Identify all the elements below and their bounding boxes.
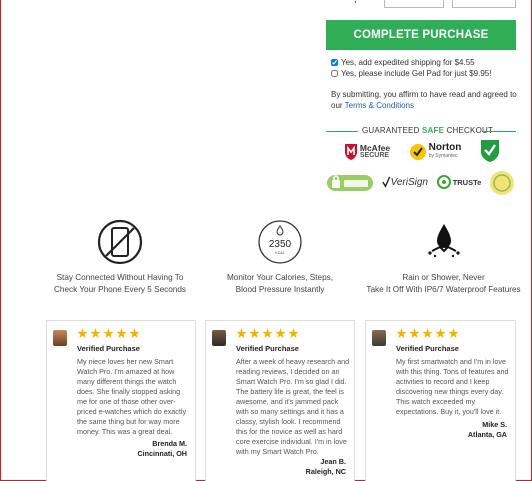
calorie-unit: KCAL (275, 251, 284, 255)
star-icon (288, 328, 299, 339)
verified-purchase-label: Verified Purchase (396, 344, 459, 353)
mcafee-badge: McAfee SECURE (339, 140, 395, 164)
star-rating (396, 328, 459, 339)
gel-pad-checkbox[interactable] (331, 70, 338, 77)
feature-waterproof: Rain or Shower, Never Take It Off With I… (356, 218, 531, 296)
star-icon (422, 328, 433, 339)
year-select[interactable] (452, 0, 516, 8)
star-icon (275, 328, 286, 339)
norton-check-icon (409, 144, 426, 160)
feature-monitor: 2350 KCAL Monitor Your Calories, Steps, … (200, 218, 360, 296)
star-icon (409, 328, 420, 339)
guaranteed-checkout-header: GUARANTEED SAFE CHECKOUT (326, 125, 516, 137)
star-rating (236, 328, 299, 339)
expedited-shipping-label: Yes, add expedited shipping for $4.55 (341, 58, 475, 67)
review-text: My niece loves her new Smart Watch Pro. … (77, 357, 187, 436)
verisign-check-icon (382, 176, 391, 188)
star-icon (90, 328, 101, 339)
review-text: After a week of heavy research and readi… (236, 357, 350, 456)
verified-purchase-label: Verified Purchase (77, 344, 140, 353)
mcafee-sub: SECURE (359, 152, 390, 159)
water-drop-icon (427, 224, 460, 258)
avatar (212, 330, 226, 346)
author-location: Atlanta, GA (467, 430, 507, 439)
star-icon (448, 328, 459, 339)
feature-line2: Take It Off With IP6/7 Waterproof Featur… (366, 285, 521, 294)
star-icon (249, 328, 260, 339)
verisign-badge: VeriSign (382, 170, 428, 194)
star-rating (77, 328, 140, 339)
feature-line1: Monitor Your Calories, Steps, (226, 273, 334, 282)
star-icon (103, 328, 114, 339)
feature-line1: Rain or Shower, Never (402, 273, 485, 282)
field-tick: , (354, 0, 357, 5)
author-name: Brenda M. (152, 439, 187, 448)
star-icon (262, 328, 273, 339)
green-check-shield-icon (481, 140, 499, 162)
norton-name: Norton (428, 142, 462, 153)
feature-line2: Check Your Phone Every 5 Seconds (54, 285, 186, 294)
author-location: Cincinnati, OH (137, 449, 187, 458)
truste-circle-icon (436, 175, 451, 189)
review-text: My first smartwatch and I'm in love with… (396, 357, 509, 416)
divider-left (326, 131, 358, 132)
calorie-counter-icon: 2350 KCAL (258, 220, 302, 264)
feature-stay-connected: Stay Connected Without Having To Check Y… (40, 218, 200, 296)
review-author: Mike S. Atlanta, GA (468, 420, 507, 440)
no-phone-icon (97, 219, 143, 265)
star-icon (236, 328, 247, 339)
expedited-shipping-checkbox[interactable] (331, 59, 338, 66)
feature-line1: Stay Connected Without Having To (56, 273, 184, 282)
star-icon (435, 328, 446, 339)
truste-name: TRUSTe (452, 177, 482, 187)
seal-icon (490, 171, 514, 195)
review-card: Verified Purchase My niece loves her new… (46, 320, 196, 481)
star-icon (396, 328, 407, 339)
expedited-shipping-option[interactable]: Yes, add expedited shipping for $4.55 (331, 58, 475, 67)
avatar (53, 330, 67, 346)
feature-line2: Blood Pressure Instantly (235, 285, 325, 294)
star-icon (129, 328, 140, 339)
terms-link[interactable]: Terms & Conditions (345, 101, 414, 110)
guarantee-text: GUARANTEED SAFE CHECKOUT (362, 126, 494, 135)
star-icon (77, 328, 88, 339)
author-name: Mike S. (482, 420, 507, 429)
secure-lock-badge (325, 170, 375, 194)
truste-badge: TRUSTe (436, 170, 482, 194)
review-card: Verified Purchase My first smartwatch an… (365, 320, 516, 481)
mcafee-name: McAfee (359, 143, 391, 153)
month-select[interactable] (384, 0, 444, 8)
verified-purchase-label: Verified Purchase (236, 344, 299, 353)
divider-right (482, 131, 516, 132)
avatar (372, 330, 386, 346)
norton-badge: Norton by Symantec (404, 140, 466, 164)
review-card: Verified Purchase After a week of heavy … (205, 320, 355, 481)
mcafee-shield-icon (344, 144, 357, 160)
lock-icon (327, 175, 373, 191)
calorie-value: 2350 (269, 239, 292, 250)
star-icon (116, 328, 127, 339)
gel-pad-option[interactable]: Yes, please include Gel Pad for just $9.… (331, 69, 491, 78)
author-location: Raleigh, NC (305, 467, 346, 476)
review-author: Brenda M. Cincinnati, OH (137, 439, 187, 459)
complete-purchase-button[interactable]: COMPLETE PURCHASE (326, 20, 516, 50)
author-name: Jean B. (320, 457, 346, 466)
gel-pad-label: Yes, please include Gel Pad for just $9.… (341, 69, 492, 78)
norton-sub: by Symantec (428, 153, 458, 159)
review-author: Jean B. Raleigh, NC (306, 457, 346, 477)
seal-badge (489, 170, 515, 196)
verisign-name: VeriSign (390, 176, 428, 188)
agreement-text: By submitting, you affirm to have read a… (331, 89, 517, 111)
verified-check-badge (478, 138, 502, 164)
